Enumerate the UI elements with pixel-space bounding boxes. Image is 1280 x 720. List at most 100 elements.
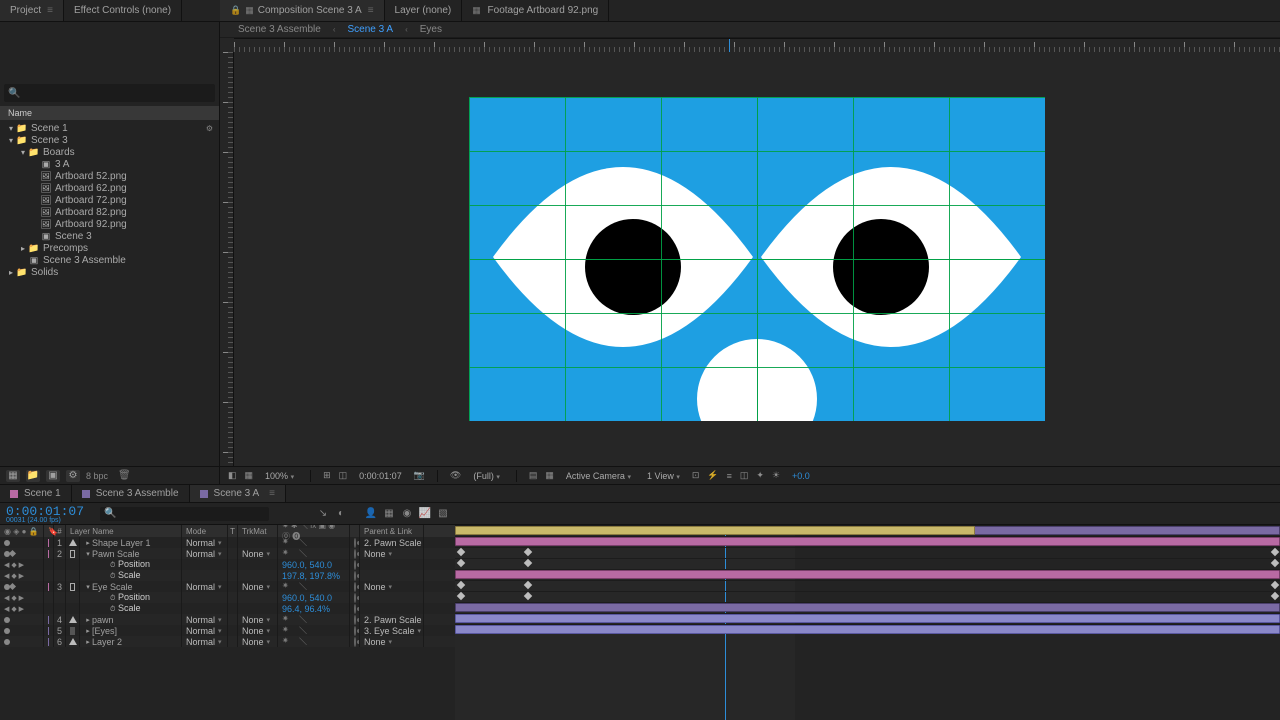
parent-dropdown[interactable]: 3. Eye Scale▾ <box>364 626 421 636</box>
keyframe[interactable] <box>1271 559 1279 567</box>
twirl-icon[interactable]: ▾ <box>6 124 16 133</box>
trash-icon[interactable]: 🗑 <box>118 470 131 481</box>
tree-item[interactable]: ▣3 A <box>0 158 219 170</box>
breadcrumb-item[interactable]: Eyes <box>420 24 442 35</box>
parent-dropdown[interactable]: None▾ <box>364 637 392 647</box>
track-area[interactable] <box>455 525 1280 720</box>
exposure-value[interactable]: +0.0 <box>788 471 814 481</box>
draft3d-icon[interactable]: ◐ <box>335 508 347 520</box>
tree-item[interactable]: ▸📁Precomps <box>0 242 219 254</box>
parent-dropdown[interactable]: 2. Pawn Scale▾ <box>364 615 424 625</box>
footage-tab[interactable]: ▦ Footage Artboard 92.png <box>462 0 609 21</box>
property-value[interactable]: 960.0, 540.0 <box>282 593 332 603</box>
parent-dropdown[interactable]: None▾ <box>364 582 392 592</box>
trkmat-dropdown[interactable]: None▾ <box>242 582 270 592</box>
tree-item[interactable]: ▾📁Scene 1⚙ <box>0 122 219 134</box>
layer-bar[interactable] <box>455 570 1280 579</box>
property-row[interactable]: ◀ ◆ ▶⏱ Position960.0, 540.0 <box>0 559 455 570</box>
property-value[interactable]: 96.4, 96.4% <box>282 604 330 614</box>
pickwhip-icon[interactable] <box>354 560 356 570</box>
layer-bar[interactable] <box>455 625 1280 634</box>
comp-canvas[interactable] <box>469 97 1045 421</box>
viewer-time[interactable]: 0:00:01:07 <box>355 471 406 481</box>
pickwhip-icon[interactable] <box>354 593 356 603</box>
keyframe[interactable] <box>1271 592 1279 600</box>
pickwhip-icon[interactable] <box>354 538 356 548</box>
timeline-tab[interactable]: Scene 1 <box>0 485 72 502</box>
keyframe[interactable] <box>1271 548 1279 556</box>
layer-row[interactable]: 5▸[Eyes]Normal▾None▾✷ ＼3. Eye Scale▾ <box>0 625 455 636</box>
new-comp-icon[interactable]: ▣ <box>46 470 60 482</box>
pickwhip-icon[interactable] <box>354 571 356 581</box>
parent-dropdown[interactable]: 2. Pawn Scale▾ <box>364 538 424 548</box>
col-mode[interactable]: Mode <box>182 525 228 537</box>
graph-editor-icon[interactable]: 📈 <box>419 508 431 520</box>
tree-item[interactable]: ▾📁Scene 3 <box>0 134 219 146</box>
twirl-icon[interactable]: ▾ <box>18 148 28 157</box>
layer-row[interactable]: 2▾Pawn ScaleNormal▾None▾✷ ＼None▾ <box>0 548 455 559</box>
property-row[interactable]: ◀ ◆ ▶⏱ Scale96.4, 96.4% <box>0 603 455 614</box>
pickwhip-icon[interactable] <box>354 582 356 592</box>
layer-row[interactable]: 1▸Shape Layer 1Normal▾✷ ＼2. Pawn Scale▾ <box>0 537 455 548</box>
pickwhip-icon[interactable] <box>354 549 356 559</box>
tree-item[interactable]: 🖼Artboard 62.png <box>0 182 219 194</box>
tree-item[interactable]: ▣Scene 3 Assemble <box>0 254 219 266</box>
layer-color-swatch[interactable] <box>48 627 49 635</box>
visibility-toggle[interactable] <box>4 540 10 546</box>
blend-mode-dropdown[interactable]: Normal▾ <box>186 538 222 548</box>
camera-dropdown[interactable]: Active Camera ▾ <box>562 471 635 481</box>
shy-icon[interactable]: 👤 <box>365 508 377 520</box>
solo-toggle[interactable] <box>9 550 16 557</box>
roi-icon[interactable]: ◫ <box>339 470 348 481</box>
trkmat-dropdown[interactable]: None▾ <box>242 549 270 559</box>
tree-item[interactable]: ▣Scene 3 <box>0 230 219 242</box>
tree-item[interactable]: 🖼Artboard 92.png <box>0 218 219 230</box>
transparency-grid-icon[interactable]: ▤ <box>529 470 538 481</box>
blend-mode-dropdown[interactable]: Normal▾ <box>186 626 222 636</box>
canvas-area[interactable] <box>234 52 1280 466</box>
layer-color-swatch[interactable] <box>48 550 49 558</box>
property-row[interactable]: ◀ ◆ ▶⏱ Scale197.8, 197.8% <box>0 570 455 581</box>
pickwhip-icon[interactable] <box>354 604 356 614</box>
layer-bar[interactable] <box>455 614 1280 623</box>
frame-blend-icon[interactable]: ▦ <box>383 508 395 520</box>
timeline-tab[interactable]: Scene 3 A≡ <box>190 485 286 502</box>
layer-bar[interactable] <box>455 537 1280 546</box>
layer-color-swatch[interactable] <box>48 539 49 547</box>
keyframe[interactable] <box>1271 581 1279 589</box>
property-row[interactable]: ◀ ◆ ▶⏱ Position960.0, 540.0 <box>0 592 455 603</box>
brainstorm-icon[interactable]: ▧ <box>437 508 449 520</box>
tree-item[interactable]: 🖼Artboard 52.png <box>0 170 219 182</box>
timeline-icon[interactable]: ≡ <box>727 471 732 481</box>
property-value[interactable]: 197.8, 197.8% <box>282 571 340 581</box>
tree-item[interactable]: ▾📁Boards <box>0 146 219 158</box>
layer-row[interactable]: 6▸Layer 2Normal▾None▾✷ ＼None▾ <box>0 636 455 647</box>
interpret-footage-icon[interactable]: ▦ <box>6 470 20 482</box>
resolution-icon[interactable]: ⊞ <box>323 470 331 481</box>
blend-mode-dropdown[interactable]: Normal▾ <box>186 549 222 559</box>
pickwhip-icon[interactable] <box>354 637 356 647</box>
flowchart-icon[interactable]: ◫ <box>740 470 749 481</box>
visibility-toggle[interactable] <box>4 628 10 634</box>
layer-color-swatch[interactable] <box>48 616 49 624</box>
blend-mode-dropdown[interactable]: Normal▾ <box>186 615 222 625</box>
composition-tab[interactable]: 🔒 ▦ Composition Scene 3 A ≡ <box>220 0 385 21</box>
col-trkmat[interactable]: TrkMat <box>238 525 278 537</box>
lock-icon[interactable]: 🔒 <box>230 5 241 16</box>
col-t[interactable]: T <box>228 525 238 537</box>
layer-row[interactable]: 4▸pawnNormal▾None▾✷ ＼2. Pawn Scale▾ <box>0 614 455 625</box>
visibility-toggle[interactable] <box>4 617 10 623</box>
solo-toggle[interactable] <box>9 583 16 590</box>
bpc-label[interactable]: 8 bpc <box>86 471 108 481</box>
snapshot-icon[interactable]: 📷 <box>414 470 425 481</box>
vertical-ruler[interactable] <box>220 52 234 466</box>
layer-color-swatch[interactable] <box>48 638 49 646</box>
parent-dropdown[interactable]: None▾ <box>364 549 392 559</box>
show-snapshot-icon[interactable]: 👁 <box>450 470 461 481</box>
trkmat-dropdown[interactable]: None▾ <box>242 637 270 647</box>
tab-menu-icon[interactable]: ≡ <box>269 488 275 499</box>
trkmat-dropdown[interactable]: None▾ <box>242 615 270 625</box>
motion-blur-icon[interactable]: ◉ <box>401 508 413 520</box>
timeline-tab[interactable]: Scene 3 Assemble <box>72 485 190 502</box>
alpha-icon[interactable]: ◧ <box>228 470 237 481</box>
